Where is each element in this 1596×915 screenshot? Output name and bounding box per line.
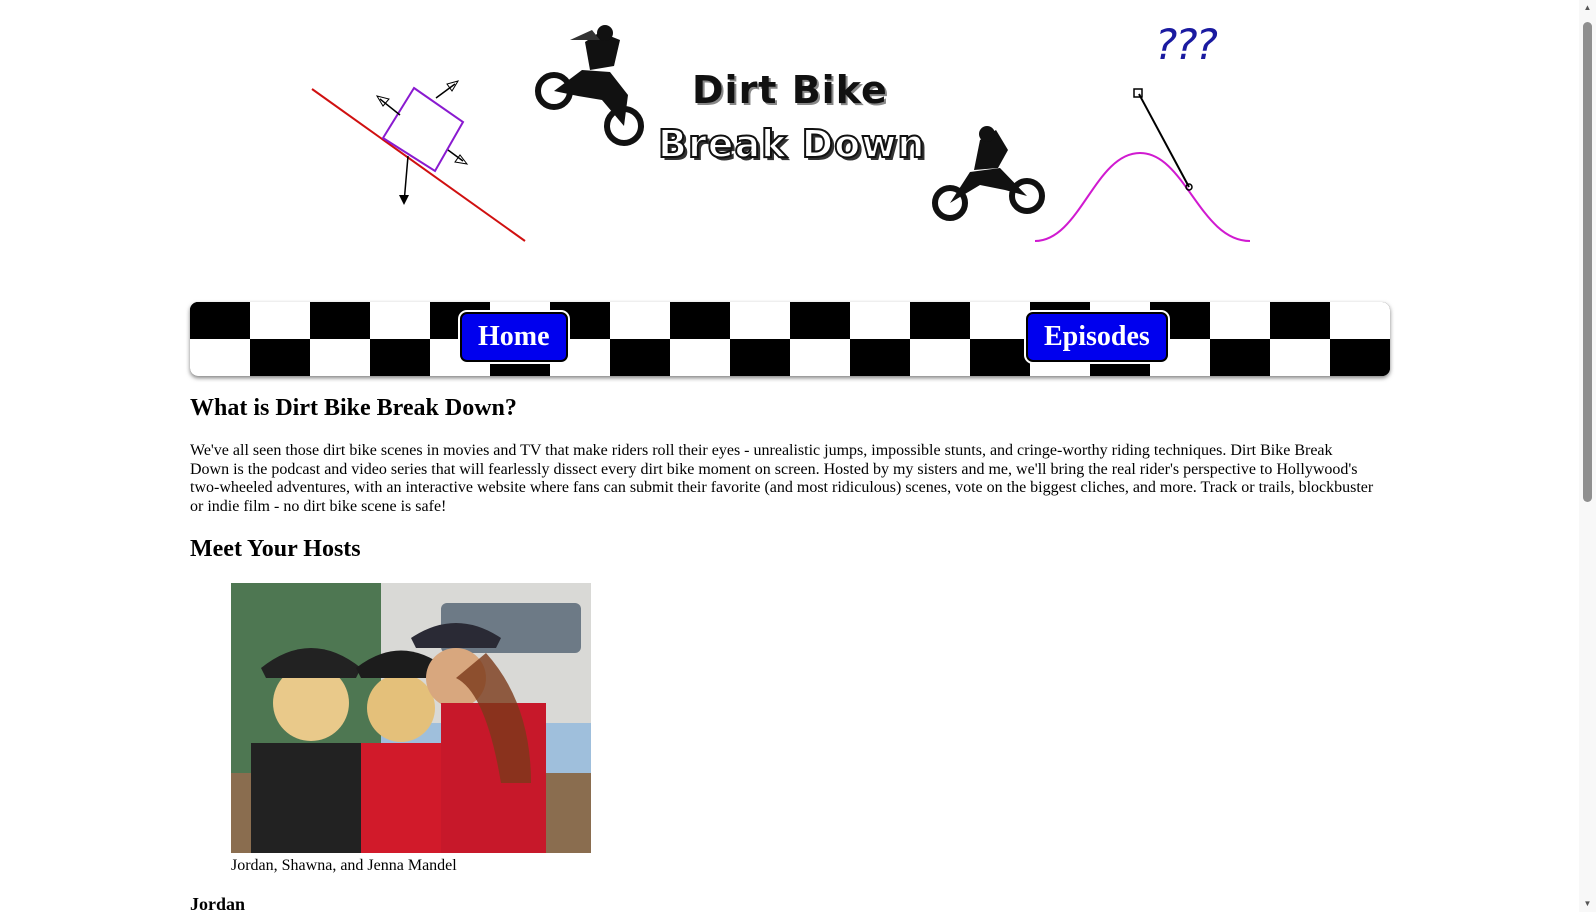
hosts-photo	[231, 583, 591, 853]
scrollbar-thumb[interactable]	[1583, 22, 1592, 502]
dirt-bike-rider-icon	[932, 126, 1045, 221]
section-heading-hosts: Meet Your Hosts	[190, 536, 361, 562]
inclined-plane-diagram	[311, 80, 526, 242]
section-heading-about: What is Dirt Bike Break Down?	[190, 395, 517, 421]
checkered-nav-bar: Home Episodes	[190, 302, 1390, 376]
header-banner: Dirt Bike Break Down ???	[190, 0, 1390, 290]
checkered-flag-pattern	[190, 302, 1390, 376]
question-marks: ???	[1155, 20, 1218, 69]
hosts-photo-caption: Jordan, Shawna, and Jenna Mandel	[231, 857, 457, 874]
nav-home-button[interactable]: Home	[460, 312, 568, 362]
logo-title-line1: Dirt Bike	[692, 68, 888, 112]
scroll-down-arrow-icon[interactable]: ▼	[1579, 896, 1596, 912]
curve-diagram	[1034, 88, 1251, 242]
dirt-bike-rider-icon	[535, 25, 644, 146]
nav-episodes-button[interactable]: Episodes	[1026, 312, 1168, 362]
scroll-up-arrow-icon[interactable]: ▲	[1579, 0, 1596, 16]
hosts-photo-illustration	[231, 583, 591, 853]
logo-title-line2: Break Down	[657, 121, 926, 167]
about-paragraph: We've all seen those dirt bike scenes in…	[190, 442, 1374, 515]
vertical-scrollbar[interactable]: ▲ ▼	[1579, 0, 1596, 912]
